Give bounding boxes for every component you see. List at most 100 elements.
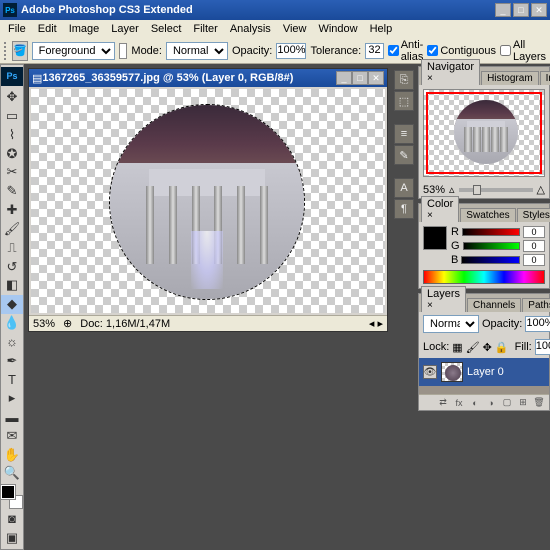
menu-file[interactable]: File — [2, 22, 32, 36]
new-layer-icon[interactable]: ⊞ — [516, 397, 530, 409]
layer-mask-icon[interactable]: ◐ — [468, 397, 482, 409]
type-tool[interactable]: T — [1, 370, 23, 389]
antialias-checkbox[interactable]: Anti-alias — [388, 39, 424, 63]
minimize-button[interactable]: _ — [495, 3, 511, 17]
adjustment-layer-icon[interactable]: ◑ — [484, 397, 498, 409]
menu-analysis[interactable]: Analysis — [224, 22, 277, 36]
move-tool[interactable]: ✥ — [1, 88, 23, 107]
crop-tool[interactable]: ✂ — [1, 163, 23, 182]
nav-zoom-value[interactable]: 53% — [423, 184, 445, 196]
zoom-slider[interactable] — [459, 188, 533, 192]
viewport-box[interactable] — [426, 92, 542, 174]
tab-styles[interactable]: Styles — [517, 208, 550, 222]
eraser-tool[interactable]: ◧ — [1, 276, 23, 295]
navigator-thumbnail[interactable] — [423, 89, 545, 177]
layer-row[interactable]: 👁 Layer 0 — [419, 358, 549, 386]
brush-tool[interactable]: 🖌 — [1, 220, 23, 239]
doc-close-button[interactable]: ✕ — [368, 71, 384, 85]
color-swatches[interactable] — [1, 485, 23, 509]
menu-image[interactable]: Image — [63, 22, 106, 36]
link-layers-icon[interactable]: ⇄ — [436, 397, 450, 409]
menu-help[interactable]: Help — [364, 22, 399, 36]
b-input[interactable]: 0 — [523, 254, 545, 266]
document-canvas[interactable] — [31, 89, 385, 313]
document-titlebar[interactable]: ▤ 1367265_36359577.jpg @ 53% (Layer 0, R… — [29, 69, 387, 87]
lock-all-icon[interactable]: 🔒 — [495, 341, 509, 354]
lock-pixels-icon[interactable]: 🖌 — [466, 341, 480, 354]
menu-filter[interactable]: Filter — [187, 22, 223, 36]
zoom-out-icon[interactable]: ▵ — [449, 183, 455, 196]
b-slider[interactable] — [461, 256, 520, 264]
r-input[interactable]: 0 — [523, 226, 545, 238]
doc-size-display[interactable]: Doc: 1,16M/1,47M — [80, 318, 170, 330]
shape-tool[interactable]: ▬ — [1, 408, 23, 427]
maximize-button[interactable]: □ — [513, 3, 529, 17]
zoom-tool[interactable]: 🔍 — [1, 464, 23, 483]
dock-btn-5[interactable]: A — [394, 178, 414, 198]
g-input[interactable]: 0 — [523, 240, 545, 252]
scroll-indicator[interactable]: ◂ ▸ — [369, 317, 383, 330]
tab-histogram[interactable]: Histogram — [481, 71, 539, 85]
dock-btn-6[interactable]: ¶ — [394, 199, 414, 219]
new-group-icon[interactable]: ▢ — [500, 397, 514, 409]
lock-pos-icon[interactable]: ✥ — [483, 341, 492, 354]
paint-bucket-tool[interactable]: ◆ — [1, 295, 23, 314]
dock-btn-1[interactable]: ⎘ — [394, 70, 414, 90]
tab-swatches[interactable]: Swatches — [460, 208, 515, 222]
dodge-tool[interactable]: ☼ — [1, 332, 23, 351]
lasso-tool[interactable]: ⌇ — [1, 125, 23, 144]
close-button[interactable]: ✕ — [531, 3, 547, 17]
menu-window[interactable]: Window — [312, 22, 363, 36]
layer-fx-icon[interactable]: fx — [452, 397, 466, 409]
delete-layer-icon[interactable]: 🗑 — [532, 397, 546, 409]
notes-tool[interactable]: ✉ — [1, 426, 23, 445]
status-icon[interactable]: ⊕ — [63, 317, 72, 330]
marquee-tool[interactable]: ▭ — [1, 107, 23, 126]
dock-btn-3[interactable]: ≡ — [394, 124, 414, 144]
zoom-display[interactable]: 53% — [33, 318, 55, 330]
tab-info[interactable]: Info — [540, 71, 550, 85]
pen-tool[interactable]: ✒ — [1, 351, 23, 370]
r-slider[interactable] — [462, 228, 520, 236]
menu-view[interactable]: View — [277, 22, 313, 36]
zoom-in-icon[interactable]: △ — [537, 183, 545, 196]
eyedropper-tool[interactable]: ✎ — [1, 182, 23, 201]
history-brush-tool[interactable]: ↺ — [1, 257, 23, 276]
contiguous-checkbox[interactable]: Contiguous — [427, 45, 496, 57]
dock-btn-2[interactable]: ⬚ — [394, 91, 414, 111]
path-select-tool[interactable]: ▸ — [1, 389, 23, 408]
layer-thumbnail[interactable] — [441, 362, 463, 382]
lock-trans-icon[interactable]: ▦ — [452, 341, 462, 354]
menu-select[interactable]: Select — [145, 22, 188, 36]
all-layers-checkbox[interactable]: All Layers — [500, 39, 546, 63]
paint-bucket-icon[interactable]: 🪣 — [12, 41, 28, 61]
layer-opacity-input[interactable]: 100% — [525, 316, 550, 332]
quick-select-tool[interactable]: ✪ — [1, 144, 23, 163]
healing-tool[interactable]: ✚ — [1, 201, 23, 220]
tab-color[interactable]: Color × — [421, 196, 459, 222]
fill-source-select[interactable]: Foreground — [32, 42, 115, 60]
ps-logo-icon[interactable]: Ps — [1, 67, 23, 86]
opacity-input[interactable]: 100% — [276, 43, 306, 59]
layer-fill-input[interactable]: 100% — [535, 339, 550, 355]
tab-navigator[interactable]: Navigator × — [421, 59, 480, 85]
dock-btn-4[interactable]: ✎ — [394, 145, 414, 165]
tab-paths[interactable]: Paths — [522, 298, 550, 312]
menu-edit[interactable]: Edit — [32, 22, 63, 36]
g-slider[interactable] — [463, 242, 520, 250]
layer-name[interactable]: Layer 0 — [467, 366, 504, 378]
doc-minimize-button[interactable]: _ — [336, 71, 352, 85]
spectrum-bar[interactable] — [423, 270, 545, 284]
color-swatch[interactable] — [423, 226, 447, 250]
hand-tool[interactable]: ✋ — [1, 445, 23, 464]
visibility-toggle[interactable]: 👁 — [423, 365, 437, 379]
quick-mask-tool[interactable]: ◙ — [1, 509, 23, 528]
screen-mode-tool[interactable]: ▣ — [1, 528, 23, 547]
grip-icon[interactable] — [4, 42, 8, 60]
tab-layers[interactable]: Layers × — [421, 286, 466, 312]
clone-tool[interactable]: ⎍ — [1, 238, 23, 257]
blur-tool[interactable]: 💧 — [1, 314, 23, 333]
tab-channels[interactable]: Channels — [467, 298, 521, 312]
pattern-swatch[interactable] — [119, 43, 128, 59]
menu-layer[interactable]: Layer — [105, 22, 145, 36]
